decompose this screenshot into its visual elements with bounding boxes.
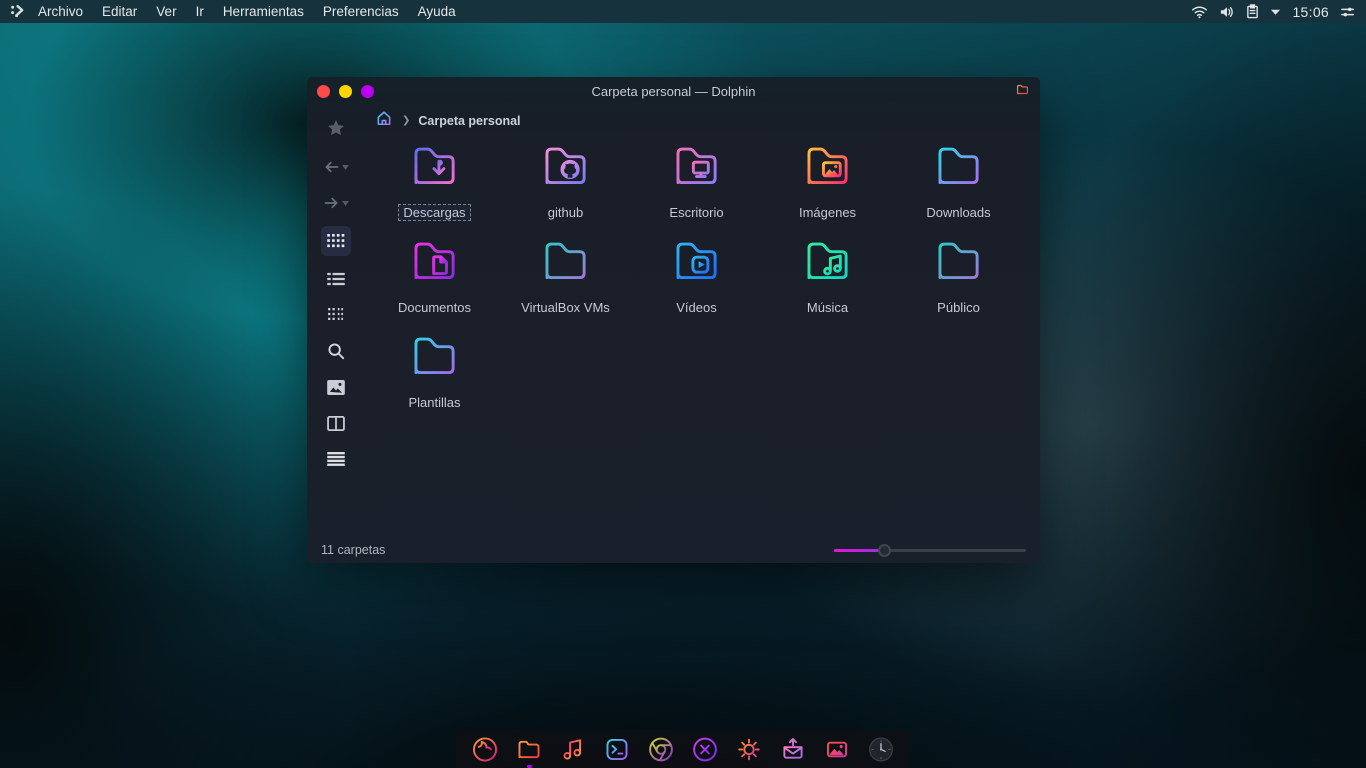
compact-view-button[interactable] [321,302,351,328]
dock-music-player-icon[interactable] [559,735,588,764]
folder-v-deos[interactable]: Vídeos [631,235,762,330]
folder-label: Escritorio [669,205,724,220]
zoom-slider-handle[interactable] [878,543,891,557]
folder-icon [668,235,726,298]
dock-chromium-icon[interactable] [647,735,676,764]
folder-descargas[interactable]: Descargas [369,140,500,235]
dock-terminal-icon[interactable] [603,735,632,764]
back-button[interactable] [321,154,351,180]
split-view-icon[interactable] [321,410,351,436]
folder-label: Imágenes [798,205,857,220]
details-view-button[interactable] [321,266,351,292]
folder-label: VirtualBox VMs [521,300,610,315]
folder-icon [537,235,595,298]
system-tray: 15:06 [1191,4,1356,20]
dock-media-player-icon[interactable] [691,735,720,764]
menu-ir[interactable]: Ir [196,4,204,19]
folder-label: github [547,205,584,220]
folder-label: Descargas [398,204,471,221]
folder-plantillas[interactable]: Plantillas [369,330,500,425]
menubar-menus: Archivo Editar Ver Ir Herramientas Preferenci… [38,4,456,19]
folder-label: Downloads [926,205,991,220]
chevron-down-icon[interactable] [1270,8,1281,16]
dock-firefox-icon[interactable] [471,735,500,764]
titlebar[interactable]: Carpeta personal — Dolphin [307,77,1040,106]
home-icon[interactable] [374,108,394,133]
dock-settings-icon[interactable] [735,735,764,764]
favorites-star-icon[interactable] [321,115,351,141]
folder-m-sica[interactable]: Música [762,235,893,330]
preview-icon[interactable] [321,374,351,400]
folder-im-genes[interactable]: Imágenes [762,140,893,235]
breadcrumb-separator-icon: ❯ [402,115,411,126]
breadcrumb-current[interactable]: Carpeta personal [418,114,520,128]
folder-p-blico[interactable]: Público [893,235,1024,330]
hamburger-menu-icon[interactable] [321,446,351,472]
folder-label: Plantillas [408,395,461,410]
distro-logo-icon[interactable] [10,3,26,21]
menu-ver[interactable]: Ver [156,4,176,19]
volume-icon[interactable] [1219,5,1235,19]
dock-mail-icon[interactable] [779,735,808,764]
wifi-icon[interactable] [1191,5,1208,19]
menu-editar[interactable]: Editar [102,4,137,19]
desktop: Archivo Editar Ver Ir Herramientas Preferenci… [0,0,1366,768]
folder-label: Vídeos [676,300,717,315]
folder-documentos[interactable]: Documentos [369,235,500,330]
minimize-button[interactable] [339,85,352,98]
clipboard-icon[interactable] [1246,4,1259,19]
zoom-slider-fill [834,548,884,552]
search-icon[interactable] [321,338,351,364]
folder-icon [799,140,857,203]
forward-button[interactable] [321,190,351,216]
breadcrumb: ❯ Carpeta personal [364,106,521,135]
menu-herramientas[interactable]: Herramientas [223,4,304,19]
dock [455,730,911,768]
folder-icon [537,140,595,203]
dolphin-window: Carpeta personal — Dolphin ❯ Carpeta per… [307,77,1040,563]
dock-file-manager-icon[interactable] [515,735,544,764]
statusbar: 11 carpetas [307,537,1040,563]
sidebar-toolbar [307,106,364,537]
folder-icon [406,330,464,393]
window-title: Carpeta personal — Dolphin [591,84,756,99]
window-folder-icon [1015,82,1030,102]
menu-archivo[interactable]: Archivo [38,4,83,19]
folder-escritorio[interactable]: Escritorio [631,140,762,235]
clock-text[interactable]: 15:06 [1292,4,1329,20]
sliders-icon[interactable] [1340,5,1356,19]
folder-github[interactable]: github [500,140,631,235]
folder-icon [668,140,726,203]
status-text: 11 carpetas [321,543,386,557]
global-menubar: Archivo Editar Ver Ir Herramientas Preferenci… [0,0,1366,23]
folder-icon [799,235,857,298]
folder-grid: Descargas github Escritorio Imágenes Dow… [369,140,1029,425]
folder-icon [406,140,464,203]
maximize-button[interactable] [361,85,374,98]
icons-view-button[interactable] [320,226,351,256]
folder-label: Documentos [398,300,471,315]
dock-clock-icon[interactable] [867,735,896,764]
folder-icon [930,140,988,203]
zoom-slider[interactable] [834,543,1026,557]
folder-virtualbox-vms[interactable]: VirtualBox VMs [500,235,631,330]
folder-downloads[interactable]: Downloads [893,140,1024,235]
menu-ayuda[interactable]: Ayuda [418,4,456,19]
close-button[interactable] [317,85,330,98]
folder-icon [930,235,988,298]
folder-label: Música [806,300,849,315]
folder-icon [406,235,464,298]
dock-photos-icon[interactable] [823,735,852,764]
menu-preferencias[interactable]: Preferencias [323,4,399,19]
folder-label: Público [937,300,980,315]
